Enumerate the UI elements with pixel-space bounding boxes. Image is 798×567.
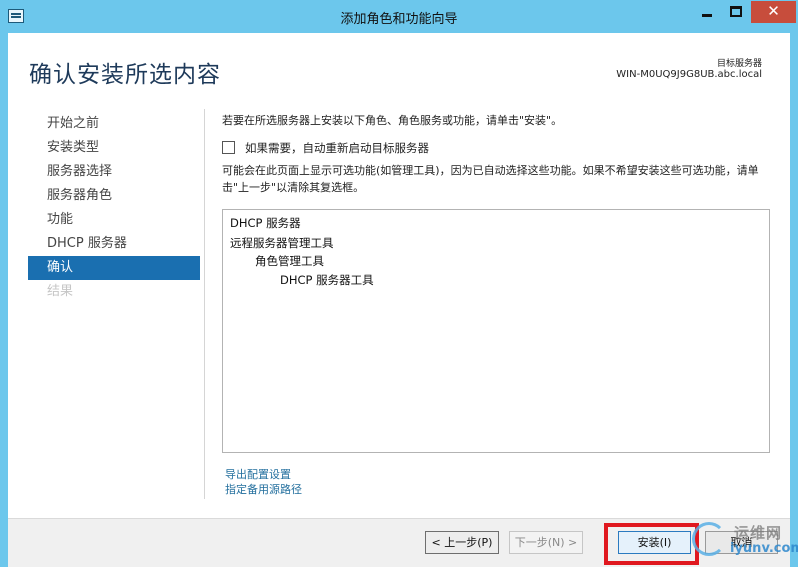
- restart-checkbox-label[interactable]: 如果需要，自动重新启动目标服务器: [245, 140, 429, 156]
- maximize-button[interactable]: [722, 1, 750, 23]
- window-frame-right: [790, 33, 798, 567]
- optional-features-note: 可能会在此页面上显示可选功能(如管理工具)，因为已自动选择这些功能。如果不希望安…: [222, 164, 759, 194]
- page-title: 确认安装所选内容: [29, 62, 221, 88]
- close-button[interactable]: ✕: [751, 1, 796, 23]
- install-button[interactable]: 安装(I): [618, 531, 691, 554]
- nav-step-installation-type[interactable]: 安装类型: [28, 136, 200, 160]
- restart-checkbox[interactable]: [222, 141, 235, 154]
- wizard-button-bar: < 上一步(P) 下一步(N) > 安装(I) 取消: [8, 518, 790, 567]
- wizard-step-nav: 开始之前 安装类型 服务器选择 服务器角色 功能 DHCP 服务器 确认 结果: [28, 112, 200, 304]
- list-item-dhcp-server-tools: DHCP 服务器工具: [280, 273, 374, 287]
- nav-divider: [204, 109, 205, 499]
- wizard-content: 确认安装所选内容 目标服务器 WIN-M0UQ9J9G8UB.abc.local…: [8, 33, 790, 567]
- destination-server-name: WIN-M0UQ9J9G8UB.abc.local: [616, 69, 762, 80]
- nav-step-features[interactable]: 功能: [28, 208, 200, 232]
- maximize-icon: [730, 6, 742, 17]
- nav-step-results: 结果: [47, 284, 74, 299]
- destination-server-label: 目标服务器: [716, 59, 762, 69]
- nav-step-before-you-begin[interactable]: 开始之前: [28, 112, 200, 136]
- alternate-source-link[interactable]: 指定备用源路径: [225, 482, 302, 497]
- nav-step-server-selection[interactable]: 服务器选择: [28, 160, 200, 184]
- wizard-links: 导出配置设置 指定备用源路径: [225, 467, 302, 497]
- minimize-button[interactable]: [692, 1, 722, 23]
- previous-button[interactable]: < 上一步(P): [425, 531, 499, 554]
- export-config-link[interactable]: 导出配置设置: [225, 467, 302, 482]
- list-item-role-admin-tools: 角色管理工具: [255, 254, 324, 268]
- close-icon: ✕: [767, 2, 780, 20]
- list-item-rsat: 远程服务器管理工具: [230, 236, 334, 250]
- next-button: 下一步(N) >: [509, 531, 583, 554]
- title-bar: 添加角色和功能向导 ✕: [0, 0, 798, 33]
- window-title: 添加角色和功能向导: [340, 12, 458, 27]
- nav-step-server-roles[interactable]: 服务器角色: [28, 184, 200, 208]
- intro-text: 若要在所选服务器上安装以下角色、角色服务或功能，请单击"安装"。: [222, 114, 563, 127]
- list-item-dhcp-server: DHCP 服务器: [230, 216, 301, 230]
- nav-step-confirmation[interactable]: 确认: [28, 256, 200, 280]
- nav-step-dhcp-server[interactable]: DHCP 服务器: [28, 232, 200, 256]
- cancel-button[interactable]: 取消: [705, 531, 778, 554]
- selection-summary-list[interactable]: DHCP 服务器 远程服务器管理工具 角色管理工具 DHCP 服务器工具: [222, 209, 770, 453]
- window-frame-left: [0, 33, 8, 567]
- minimize-icon: [702, 14, 712, 17]
